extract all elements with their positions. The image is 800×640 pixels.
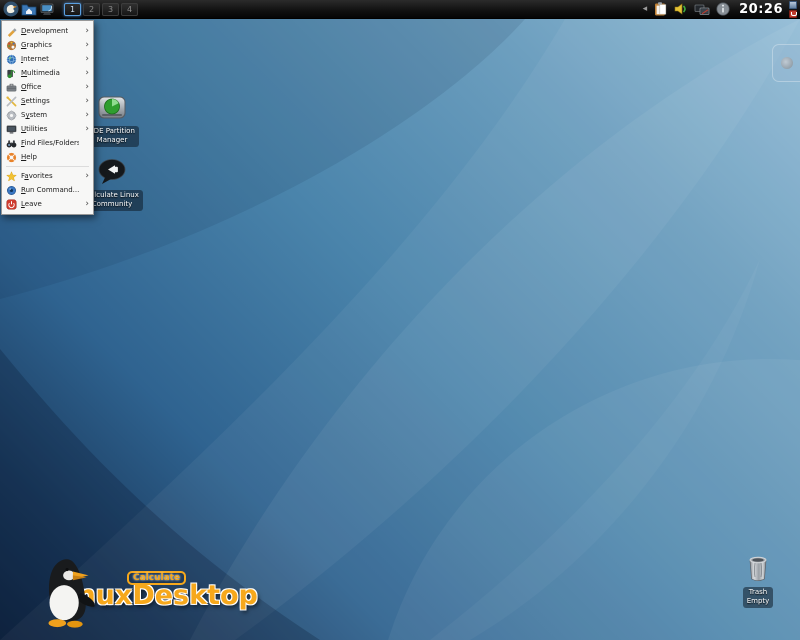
top-panel: 1 2 3 4 ◂	[0, 0, 800, 19]
submenu-arrow-icon: ›	[83, 83, 89, 92]
menu-item-label: System	[21, 111, 79, 119]
cashew-icon	[781, 57, 793, 69]
menu-item-label: Multimedia	[21, 69, 79, 77]
menu-item-run-command[interactable]: Run Command...	[2, 183, 93, 197]
menu-item-help[interactable]: Help	[2, 150, 93, 164]
favorites-icon	[6, 171, 17, 182]
menu-item-label: Internet	[21, 55, 79, 63]
pager: 1 2 3 4	[64, 3, 138, 16]
menu-item-development[interactable]: Development ›	[2, 24, 93, 38]
graphics-icon	[6, 40, 17, 51]
system-tray: ◂ 20:26	[642, 1, 798, 18]
submenu-arrow-icon: ›	[83, 125, 89, 134]
help-icon	[6, 152, 17, 163]
submenu-arrow-icon: ›	[83, 27, 89, 36]
leave-icon	[6, 199, 17, 210]
desktop-toolbox-button[interactable]	[772, 44, 800, 82]
system-icon	[6, 110, 17, 121]
icon-label: Trash Empty	[743, 587, 774, 608]
desktop-screen: 1 2 3 4 ◂	[0, 0, 800, 640]
menu-item-utilities[interactable]: Utilities ›	[2, 122, 93, 136]
digital-clock[interactable]: 20:26	[739, 2, 783, 17]
notifications-info-icon[interactable]	[715, 1, 731, 17]
submenu-arrow-icon: ›	[83, 97, 89, 106]
mini-tray-alert-icon[interactable]	[789, 10, 797, 18]
menu-item-system[interactable]: System ›	[2, 108, 93, 122]
run-command-icon	[6, 185, 17, 196]
clipboard-klipper-icon[interactable]	[652, 1, 668, 17]
multimedia-icon	[6, 68, 17, 79]
trash-icon	[742, 553, 774, 585]
menu-item-label: Leave	[21, 200, 79, 208]
pager-desktop-1[interactable]: 1	[64, 3, 81, 16]
calculate-logo-penguin	[30, 552, 108, 630]
menu-item-favorites[interactable]: Favorites ›	[2, 169, 93, 183]
menu-item-label: Favorites	[21, 172, 79, 180]
panel-mini-icons	[789, 1, 797, 18]
menu-item-label: Settings	[21, 97, 79, 105]
application-menu: Development › Graphics › Internet ›	[1, 20, 94, 215]
mini-tray-window-icon[interactable]	[789, 1, 797, 9]
submenu-arrow-icon: ›	[83, 55, 89, 64]
menu-item-find-files[interactable]: Find Files/Folders	[2, 136, 93, 150]
partition-manager-icon	[96, 92, 128, 124]
menu-item-office[interactable]: Office ›	[2, 80, 93, 94]
volume-icon[interactable]	[673, 1, 689, 17]
submenu-arrow-icon: ›	[83, 69, 89, 78]
development-icon	[6, 26, 17, 37]
settings-icon	[6, 96, 17, 107]
submenu-arrow-icon: ›	[83, 172, 89, 181]
menu-separator	[6, 166, 89, 167]
calculate-menu-launcher-button[interactable]	[3, 1, 19, 17]
pager-desktop-4[interactable]: 4	[121, 3, 138, 16]
submenu-arrow-icon: ›	[83, 41, 89, 50]
pager-desktop-2[interactable]: 2	[83, 3, 100, 16]
menu-item-label: Find Files/Folders	[21, 139, 79, 147]
home-folder-button[interactable]	[21, 1, 37, 17]
network-monitor-icon[interactable]	[694, 1, 710, 17]
menu-item-label: Development	[21, 27, 79, 35]
internet-icon	[6, 54, 17, 65]
community-icon	[96, 156, 128, 188]
submenu-arrow-icon: ›	[83, 200, 89, 209]
menu-item-multimedia[interactable]: Multimedia ›	[2, 66, 93, 80]
menu-item-internet[interactable]: Internet ›	[2, 52, 93, 66]
submenu-arrow-icon: ›	[83, 111, 89, 120]
menu-item-leave[interactable]: Leave ›	[2, 197, 93, 211]
menu-item-graphics[interactable]: Graphics ›	[2, 38, 93, 52]
menu-item-label: Graphics	[21, 41, 79, 49]
office-icon	[6, 82, 17, 93]
desktop-icon-trash[interactable]: Trash Empty	[729, 553, 787, 608]
pager-desktop-3[interactable]: 3	[102, 3, 119, 16]
menu-item-label: Run Command...	[21, 186, 79, 194]
menu-item-label: Office	[21, 83, 79, 91]
tray-expander-arrow-icon[interactable]: ◂	[642, 5, 649, 14]
menu-item-label: Help	[21, 153, 79, 161]
find-files-icon	[6, 138, 17, 149]
menu-item-settings[interactable]: Settings ›	[2, 94, 93, 108]
utilities-icon	[6, 124, 17, 135]
menu-item-label: Utilities	[21, 125, 79, 133]
brand-badge: Calculate	[127, 571, 186, 585]
show-desktop-button[interactable]	[39, 1, 55, 17]
